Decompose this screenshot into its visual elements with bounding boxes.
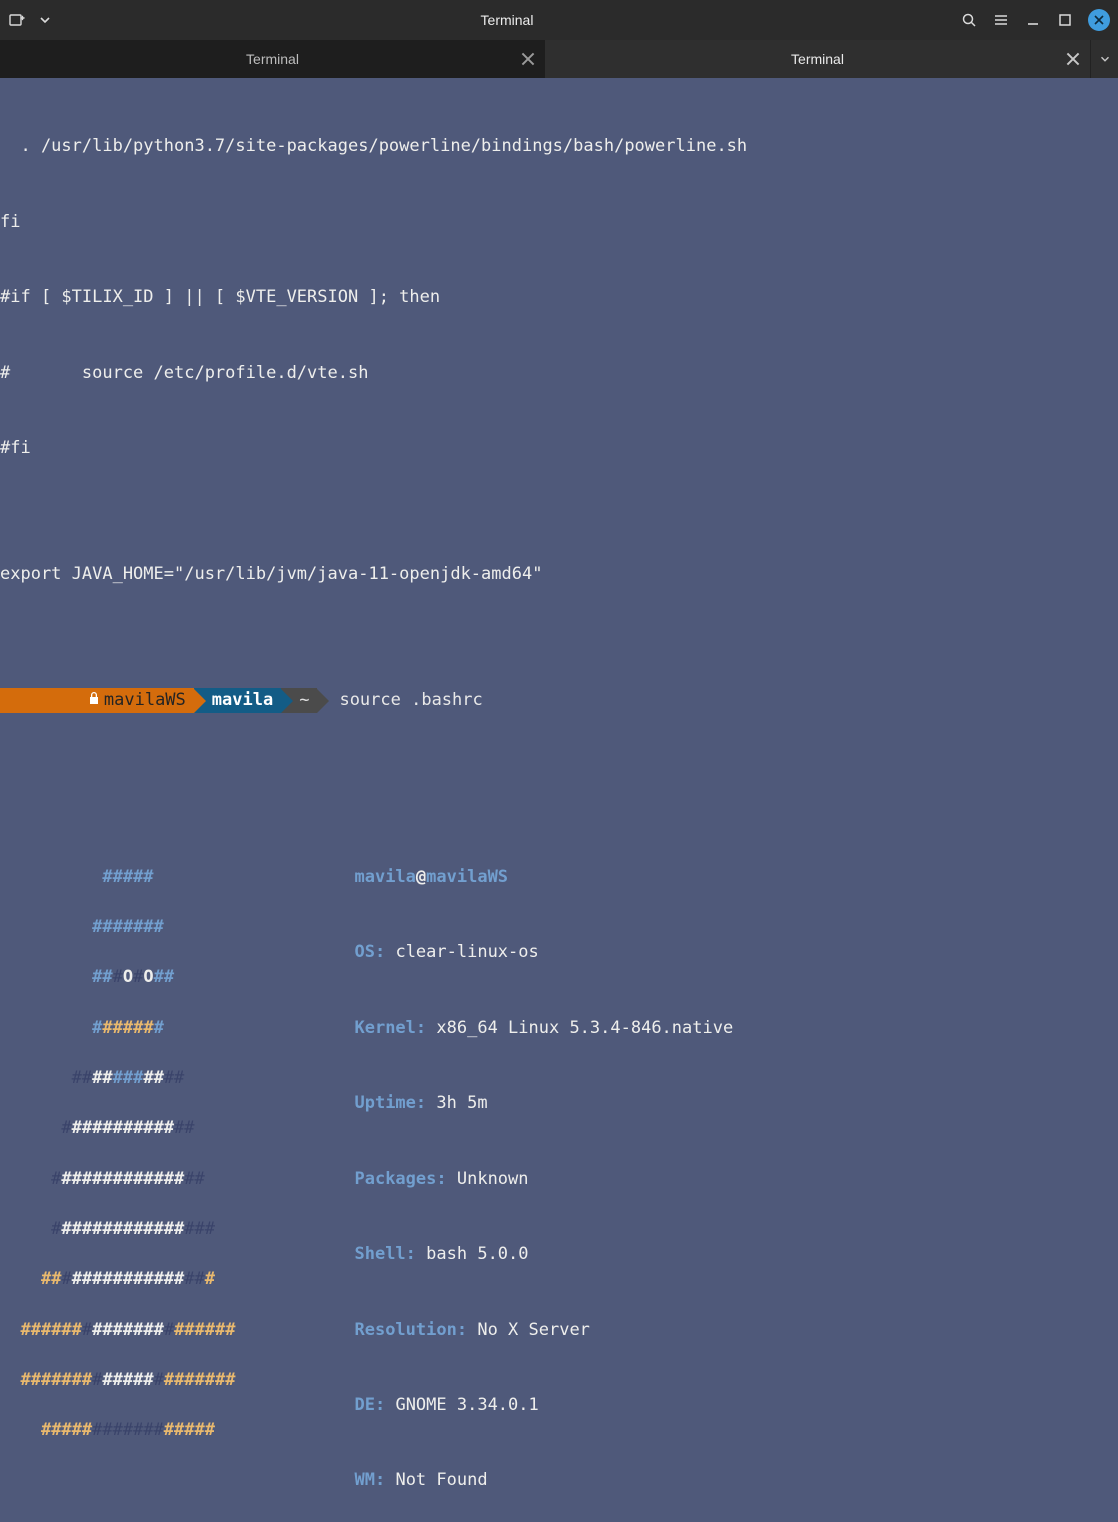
terminal-line: . /usr/lib/python3.7/site-packages/power…: [0, 134, 1118, 159]
powerline-separator-icon: [194, 689, 206, 713]
sysinfo-details: mavila@mavilaWS OS: clear-linux-os Kerne…: [334, 814, 1118, 1522]
tab-label: Terminal: [246, 51, 299, 67]
sysinfo-value: Unknown: [457, 1169, 529, 1189]
sysinfo-value: x86_64 Linux 5.3.4-846.native: [436, 1018, 733, 1038]
terminal-line: # source /etc/profile.d/vte.sh: [0, 361, 1118, 386]
sysinfo-label: DE:: [354, 1395, 385, 1415]
search-icon[interactable]: [960, 11, 978, 29]
tab-bar: Terminal Terminal: [0, 40, 1118, 78]
tab-overflow-icon[interactable]: [1090, 40, 1118, 78]
powerline-separator-icon: [317, 689, 329, 713]
sysinfo-value: clear-linux-os: [395, 942, 538, 962]
minimize-icon[interactable]: [1024, 11, 1042, 29]
ascii-logo: ##### ####### ###O#O## ####### #########…: [0, 814, 334, 1522]
sysinfo-label: Shell:: [354, 1244, 415, 1264]
prompt-command: source .bashrc: [339, 688, 482, 713]
userhost-host: mavilaWS: [426, 867, 508, 887]
new-terminal-icon[interactable]: [8, 11, 26, 29]
tab-close-icon[interactable]: [1066, 52, 1080, 66]
prompt-user: mavila: [212, 688, 273, 713]
terminal-line: fi: [0, 210, 1118, 235]
userhost-at: @: [416, 867, 426, 887]
terminal-line: #if [ $TILIX_ID ] || [ $VTE_VERSION ]; t…: [0, 285, 1118, 310]
chevron-down-icon[interactable]: [36, 11, 54, 29]
sysinfo-label: OS:: [354, 942, 385, 962]
powerline-separator-icon: [281, 689, 293, 713]
sysinfo-label: WM:: [354, 1470, 385, 1490]
terminal-viewport[interactable]: . /usr/lib/python3.7/site-packages/power…: [0, 78, 1118, 1522]
tab-label: Terminal: [791, 51, 844, 67]
tab-terminal-1[interactable]: Terminal: [0, 40, 545, 78]
hamburger-menu-icon[interactable]: [992, 11, 1010, 29]
window-title: Terminal: [481, 12, 534, 28]
prompt-path: ~: [299, 688, 309, 713]
sysinfo-value: GNOME 3.34.0.1: [395, 1395, 538, 1415]
sysinfo-value: Not Found: [395, 1470, 487, 1490]
sysinfo-label: Packages:: [354, 1169, 446, 1189]
sysinfo-label: Uptime:: [354, 1093, 426, 1113]
sysinfo-label: Kernel:: [354, 1018, 426, 1038]
sysinfo-value: No X Server: [477, 1320, 590, 1340]
close-window-icon[interactable]: [1088, 9, 1110, 31]
tab-terminal-2[interactable]: Terminal: [545, 40, 1090, 78]
terminal-line: #fi: [0, 436, 1118, 461]
tab-close-icon[interactable]: [521, 52, 535, 66]
prompt-host: mavilaWS: [104, 688, 186, 713]
window-titlebar: Terminal: [0, 0, 1118, 40]
sysinfo-label: Resolution:: [354, 1320, 467, 1340]
sysinfo-value: bash 5.0.0: [426, 1244, 528, 1264]
lock-icon: [6, 663, 100, 738]
userhost-user: mavila: [354, 867, 415, 887]
prompt-line: mavilaWS mavila ~ source .bashrc: [0, 688, 1118, 714]
sysinfo-value: 3h 5m: [436, 1093, 487, 1113]
sysinfo-block: ##### ####### ###O#O## ####### #########…: [0, 814, 1118, 1522]
maximize-icon[interactable]: [1056, 11, 1074, 29]
terminal-line: export JAVA_HOME="/usr/lib/jvm/java-11-o…: [0, 562, 1118, 587]
